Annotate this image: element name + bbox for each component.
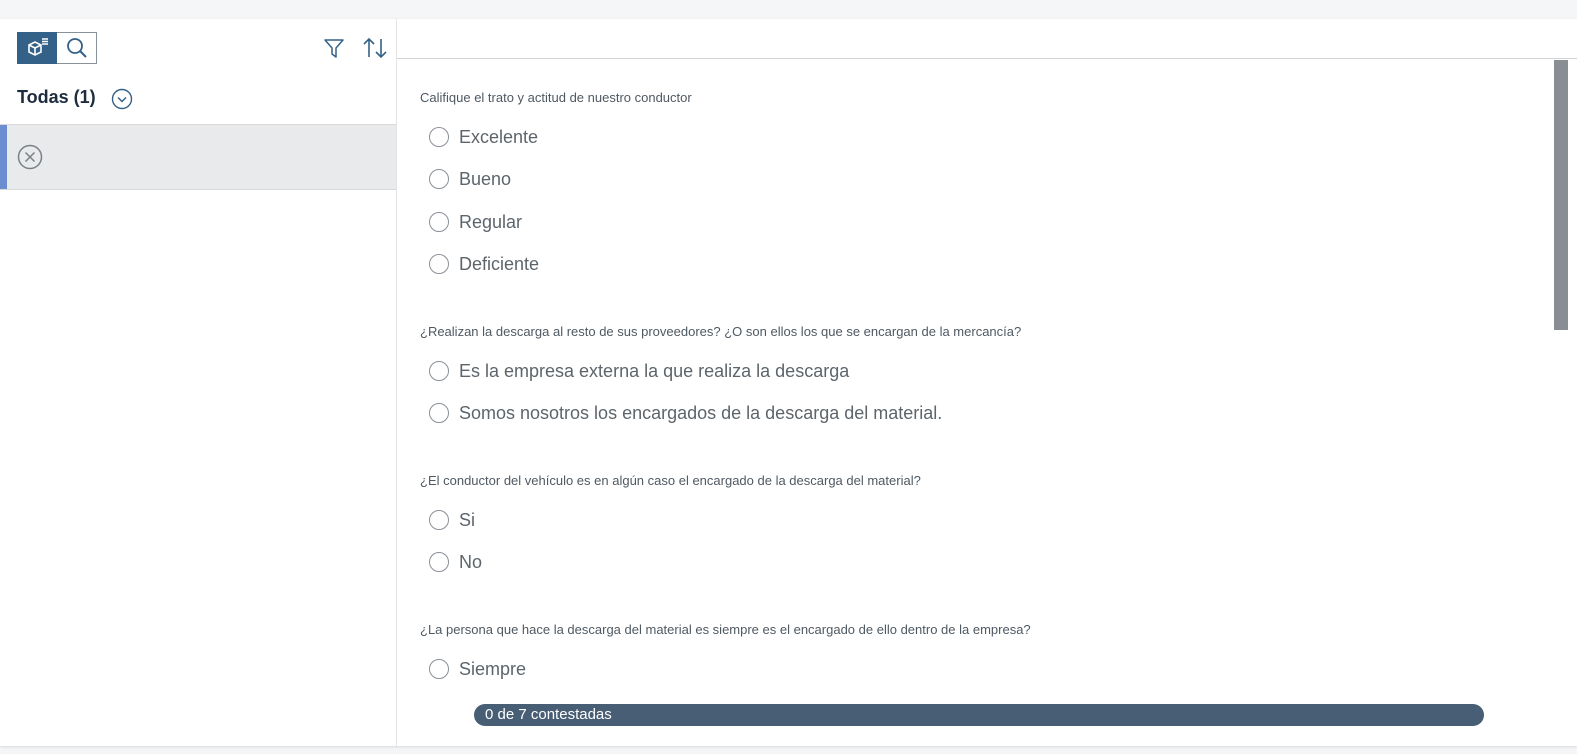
question-label: ¿Realizan la descarga al resto de sus pr… xyxy=(420,324,1022,339)
radio-option[interactable]: Es la empresa externa la que realiza la … xyxy=(429,359,849,383)
question-label: ¿La persona que hace la descarga del mat… xyxy=(420,622,1031,637)
radio-button[interactable] xyxy=(429,510,449,530)
option-label: Somos nosotros los encargados de la desc… xyxy=(459,402,943,423)
app-container: Todas (1) Califique el trato y actitud d… xyxy=(0,19,1577,746)
radio-button[interactable] xyxy=(429,254,449,274)
radio-option[interactable]: Excelente xyxy=(429,125,538,149)
option-label: Es la empresa externa la que realiza la … xyxy=(459,360,850,381)
search-icon xyxy=(66,38,87,58)
radio-option[interactable]: No xyxy=(429,550,482,574)
detail-header xyxy=(397,19,1577,59)
list-view-button[interactable] xyxy=(17,32,57,64)
option-label: Excelente xyxy=(459,126,539,147)
search-button[interactable] xyxy=(57,32,97,64)
radio-button[interactable] xyxy=(429,127,449,147)
sort-button[interactable] xyxy=(361,34,389,62)
scrollbar[interactable] xyxy=(1554,60,1568,330)
radio-button[interactable] xyxy=(429,212,449,232)
radio-button[interactable] xyxy=(429,403,449,423)
cube-list-icon xyxy=(28,38,48,56)
radio-button[interactable] xyxy=(429,169,449,189)
radio-option[interactable]: Deficiente xyxy=(429,252,539,276)
list-dropdown-button[interactable] xyxy=(111,88,133,110)
list-item[interactable] xyxy=(0,124,396,190)
option-label: Siempre xyxy=(459,658,527,679)
selection-indicator xyxy=(0,125,7,189)
radio-option[interactable]: Siempre xyxy=(429,657,526,681)
radio-option[interactable]: Si xyxy=(429,508,475,532)
list-title: Todas (1) xyxy=(17,87,96,107)
question-label: ¿El conductor del vehículo es en algún c… xyxy=(420,473,921,488)
view-segmented-button xyxy=(17,32,97,64)
master-panel: Todas (1) xyxy=(0,19,397,746)
option-label: Regular xyxy=(459,211,523,232)
detail-panel: Califique el trato y actitud de nuestro … xyxy=(397,19,1577,746)
radio-button[interactable] xyxy=(429,659,449,679)
option-label: Si xyxy=(459,509,476,530)
chevron-down-circle-icon xyxy=(111,88,133,110)
radio-option[interactable]: Regular xyxy=(429,210,522,234)
option-label: Deficiente xyxy=(459,253,540,274)
option-label: No xyxy=(459,551,483,572)
filter-icon xyxy=(324,39,344,58)
top-bar xyxy=(0,0,1577,19)
option-label: Bueno xyxy=(459,168,512,189)
radio-button[interactable] xyxy=(429,361,449,381)
radio-option[interactable]: Somos nosotros los encargados de la desc… xyxy=(429,401,942,425)
sort-icon xyxy=(363,37,387,59)
question-label: Califique el trato y actitud de nuestro … xyxy=(420,90,692,105)
filter-button[interactable] xyxy=(320,34,348,62)
progress-indicator: 0 de 7 contestadas xyxy=(474,704,1484,726)
close-circle-icon xyxy=(17,144,43,170)
radio-button[interactable] xyxy=(429,552,449,572)
radio-option[interactable]: Bueno xyxy=(429,167,511,191)
